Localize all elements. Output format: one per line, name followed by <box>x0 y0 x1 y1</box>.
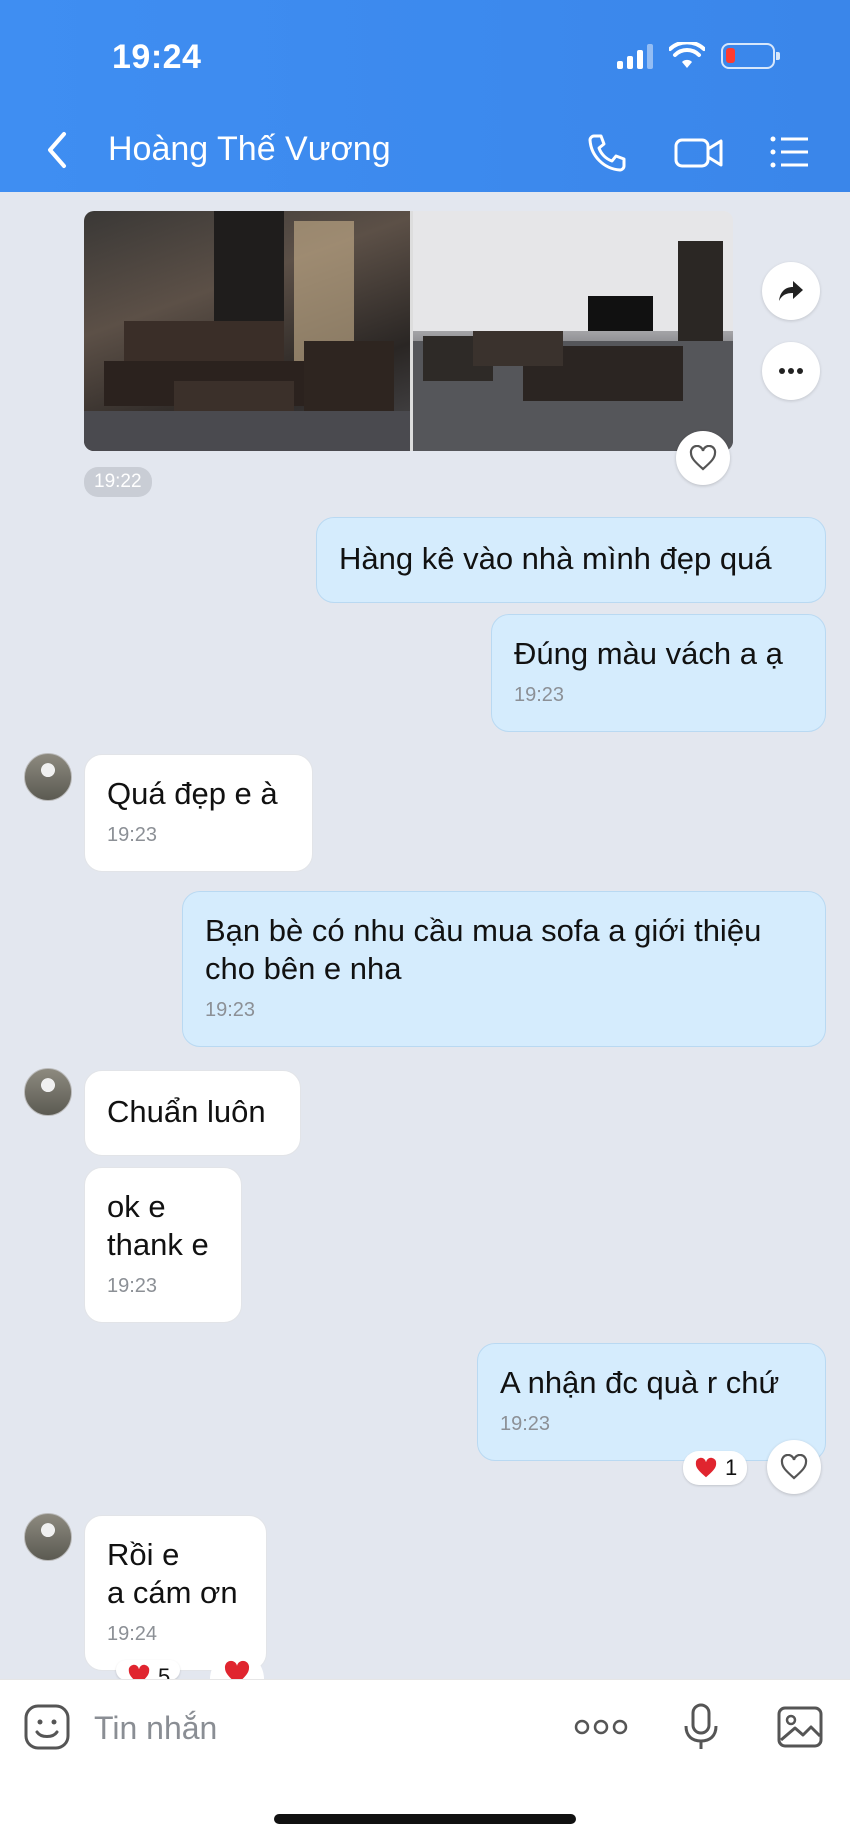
message-timestamp: 19:22 <box>84 467 152 497</box>
reaction-count: 1 <box>725 1455 738 1480</box>
chat-header: 19:24 Hoàng Thế Vương <box>0 0 850 192</box>
microphone-icon[interactable] <box>676 1702 726 1752</box>
message-text: Quá đẹp e à <box>107 776 278 811</box>
message-text: Chuẩn luôn <box>107 1094 266 1129</box>
message-time: 19:23 <box>514 684 565 706</box>
cellular-signal-icon <box>617 43 653 69</box>
menu-list-icon[interactable] <box>768 130 812 174</box>
message-input-bar: Tin nhắn <box>0 1679 850 1842</box>
back-arrow-icon[interactable] <box>40 128 76 172</box>
message-time: 19:23 <box>205 999 256 1021</box>
image-gallery-icon[interactable] <box>775 1702 825 1752</box>
red-heart-icon <box>224 1660 250 1679</box>
message-text-line: cho bên e nha <box>205 951 402 986</box>
react-heart-button[interactable] <box>676 431 730 485</box>
outgoing-message[interactable]: A nhận đc quà r chứ 19:23 <box>477 1343 826 1461</box>
incoming-message[interactable]: Rồi e a cám ơn 19:24 <box>84 1515 267 1671</box>
incoming-message[interactable]: ok e thank e 19:23 <box>84 1167 242 1323</box>
living-room-photo-2[interactable] <box>410 211 733 451</box>
status-time: 19:24 <box>112 38 202 76</box>
incoming-message[interactable]: Chuẩn luôn <box>84 1070 301 1156</box>
red-heart-icon <box>128 1664 150 1680</box>
heart-outline-icon <box>689 445 717 471</box>
message-time: 19:24 <box>107 1623 158 1645</box>
avatar[interactable] <box>24 1513 72 1561</box>
home-indicator[interactable] <box>274 1814 576 1824</box>
reaction-summary[interactable]: 1 <box>683 1451 748 1485</box>
battery-icon <box>721 43 780 69</box>
ellipsis-icon <box>779 368 803 374</box>
wifi-icon <box>669 42 705 68</box>
outgoing-message[interactable]: Bạn bè có nhu cầu mua sofa a giới thiệu … <box>182 891 826 1047</box>
contact-name[interactable]: Hoàng Thế Vương <box>108 130 391 169</box>
red-heart-icon <box>695 1457 717 1478</box>
living-room-photo-1[interactable] <box>84 211 410 451</box>
share-arrow-icon <box>779 281 803 301</box>
incoming-message[interactable]: Quá đẹp e à 19:23 <box>84 754 313 872</box>
message-text: Đúng màu vách a ạ <box>514 636 783 671</box>
message-text-line: ok e <box>107 1189 166 1224</box>
outgoing-message[interactable]: Đúng màu vách a ạ 19:23 <box>491 614 826 732</box>
message-time: 19:23 <box>107 1275 158 1297</box>
message-text-line: Rồi e <box>107 1537 180 1572</box>
emoji-sticker-icon[interactable] <box>22 1702 72 1752</box>
message-text-line: a cám ơn <box>107 1575 238 1610</box>
more-actions-icon[interactable] <box>573 1702 629 1752</box>
phone-call-icon[interactable] <box>584 130 632 174</box>
heart-outline-icon <box>780 1454 808 1480</box>
message-text: Hàng kê vào nhà mình đẹp quá <box>339 541 772 576</box>
avatar[interactable] <box>24 1068 72 1116</box>
share-button[interactable] <box>762 262 820 320</box>
avatar[interactable] <box>24 753 72 801</box>
tv-room-illustration <box>413 211 733 451</box>
outgoing-message[interactable]: Hàng kê vào nhà mình đẹp quá <box>316 517 826 603</box>
react-heart-button[interactable] <box>767 1440 821 1494</box>
message-text: A nhận đc quà r chứ <box>500 1365 780 1400</box>
reaction-count: 5 <box>158 1664 171 1680</box>
photo-message[interactable] <box>84 211 733 451</box>
message-input[interactable]: Tin nhắn <box>94 1710 217 1747</box>
sofa-photo-illustration <box>84 211 410 451</box>
more-options-button[interactable] <box>762 342 820 400</box>
message-time: 19:23 <box>500 1413 551 1435</box>
message-time: 19:23 <box>107 824 158 846</box>
message-text-line: thank e <box>107 1227 209 1262</box>
message-text-line: Bạn bè có nhu cầu mua sofa a giới thiệu <box>205 913 762 948</box>
reaction-summary[interactable]: 5 <box>116 1660 181 1680</box>
status-icons <box>617 42 780 70</box>
video-call-icon[interactable] <box>673 130 725 174</box>
